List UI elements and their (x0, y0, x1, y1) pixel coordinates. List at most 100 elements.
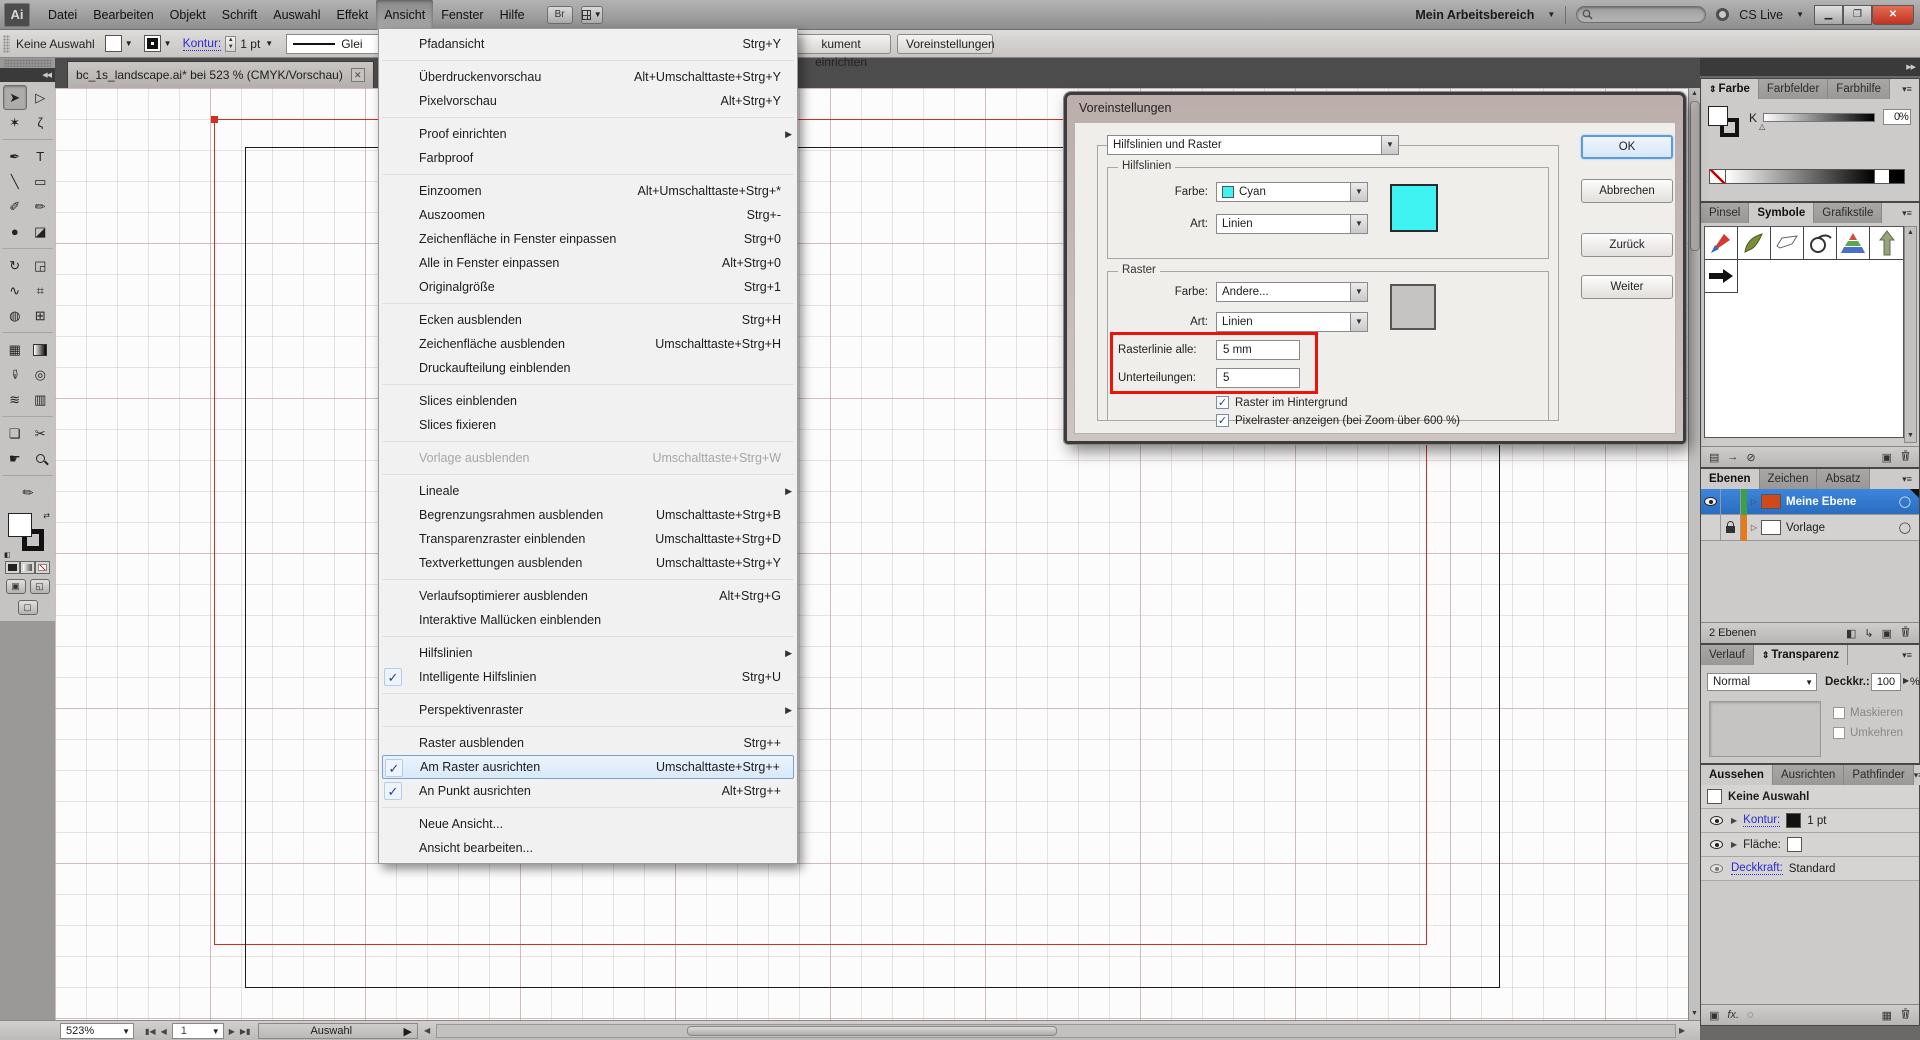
guide-style-dropdown[interactable]: Linien ▼ (1216, 214, 1368, 234)
ok-button[interactable]: OK (1581, 135, 1673, 159)
perspective-grid-tool[interactable]: ⊞ (28, 303, 52, 328)
menu-item-slices-einblenden[interactable]: Slices einblenden (379, 389, 797, 413)
menubar-item-bearbeiten[interactable]: Bearbeiten (85, 0, 161, 30)
lasso-tool[interactable]: ζ (28, 110, 52, 135)
horizontal-scroll-thumb[interactable] (687, 1026, 1057, 1036)
menu-item-perspektivenraster[interactable]: Perspektivenraster▶ (379, 698, 797, 722)
vertical-scrollbar[interactable]: ▲ ▼ (1688, 88, 1700, 1020)
stroke-panel-link[interactable]: Kontur: (183, 36, 222, 51)
delete-item-icon[interactable] (1900, 1008, 1911, 1022)
close-icon[interactable]: ✕ (351, 68, 365, 82)
screen-mode-button[interactable]: ▢ (18, 600, 38, 615)
lock-toggle[interactable] (1721, 489, 1741, 515)
expand-layer-icon[interactable]: ▷ (1747, 523, 1761, 532)
grid-color-dropdown[interactable]: Andere... ▼ (1216, 282, 1368, 302)
layer-row-meine-ebene[interactable]: ▷ Meine Ebene ◯ (1701, 489, 1919, 515)
blend-tool[interactable]: ◎ (28, 362, 52, 387)
kontur-link[interactable]: Kontur: (1743, 814, 1780, 827)
restore-button[interactable]: ❐ (1843, 5, 1872, 25)
grid-style-dropdown[interactable]: Linien ▼ (1216, 312, 1368, 332)
deckkraft-link[interactable]: Deckkraft: (1731, 862, 1783, 875)
menu-item-originalgroesse[interactable]: OriginalgrößeStrg+1 (379, 275, 797, 299)
menu-item-alle-einpassen[interactable]: Alle in Fenster einpassenAlt+Strg+0 (379, 251, 797, 275)
magic-wand-tool[interactable]: ✶ (3, 110, 27, 135)
line-segment-tool[interactable]: ╲ (3, 169, 27, 194)
drag-grip[interactable] (4, 59, 51, 67)
free-transform-tool[interactable]: ⌗ (28, 278, 52, 303)
fill-swatch[interactable] (105, 35, 122, 52)
tab-farbhilfe[interactable]: Farbhilfe (1828, 79, 1890, 99)
symbol-arrow-up[interactable] (1870, 227, 1903, 260)
path-pencil-tool[interactable]: ✎ (10, 475, 44, 510)
shape-builder-tool[interactable]: ◍ (3, 303, 27, 328)
category-dropdown[interactable]: Hilfslinien und Raster ▼ (1107, 135, 1399, 155)
menu-item-druckaufteilung[interactable]: Druckaufteilung einblenden (379, 356, 797, 380)
symbol-sprayer-tool[interactable]: ≋ (3, 387, 27, 412)
menubar-item-effekt[interactable]: Effekt (328, 0, 376, 30)
black-swatch[interactable] (1889, 170, 1904, 183)
new-art-icon[interactable]: ▣ (1709, 1009, 1719, 1022)
expand-layer-icon[interactable]: ▷ (1747, 497, 1761, 506)
layer-name[interactable]: Vorlage (1786, 522, 1899, 534)
tab-farbe[interactable]: ⇕Farbe (1701, 79, 1759, 99)
blob-brush-tool[interactable]: ● (3, 219, 27, 244)
menu-item-auszoomen[interactable]: AuszoomenStrg+- (379, 203, 797, 227)
eyedropper-tool[interactable]: ✑ (2, 363, 27, 387)
none-mode-button[interactable] (35, 561, 50, 574)
default-fill-stroke-icon[interactable]: ◧ (4, 551, 11, 559)
duplicate-item-icon[interactable]: ▦ (1882, 1009, 1892, 1022)
scale-tool[interactable]: ◲ (28, 253, 52, 278)
symbol-swirl[interactable] (1804, 227, 1837, 260)
eraser-tool[interactable]: ◪ (28, 219, 52, 244)
pen-tool[interactable]: ✒ (3, 144, 27, 169)
draw-normal-mode-button[interactable]: ▣ (6, 579, 26, 594)
menu-item-ansicht-bearbeiten[interactable]: Ansicht bearbeiten... (379, 836, 797, 860)
tab-transparenz[interactable]: ⇕Transparenz (1754, 645, 1848, 665)
menu-item-einzoomen[interactable]: EinzoomenAlt+Umschalttaste+Strg+* (379, 179, 797, 203)
menu-item-verlaufsoptimierer[interactable]: Verlaufsoptimierer ausblendenAlt+Strg+G (379, 584, 797, 608)
zoom-tool[interactable] (28, 446, 52, 471)
stroke-color-swatch[interactable] (1786, 813, 1801, 828)
umkehren-checkbox[interactable]: Umkehren (1833, 727, 1903, 739)
bridge-button[interactable]: Br (547, 6, 573, 24)
menu-item-lineale[interactable]: Lineale▶ (379, 479, 797, 503)
break-link-icon[interactable]: ⊘ (1746, 451, 1755, 464)
menubar-item-ansicht[interactable]: Ansicht (376, 0, 433, 30)
menubar-item-datei[interactable]: Datei (40, 0, 85, 30)
vertical-scroll-thumb[interactable] (1690, 101, 1700, 251)
menu-item-slices-fixieren[interactable]: Slices fixieren (379, 413, 797, 437)
new-layer-icon[interactable]: ▣ (1882, 627, 1892, 640)
symbol-rocket[interactable] (1705, 227, 1738, 260)
symbol-pyramid[interactable] (1837, 227, 1870, 260)
clipping-mask-icon[interactable]: ◧ (1846, 627, 1856, 640)
search-input[interactable] (1576, 6, 1706, 23)
panel-menu-icon[interactable]: ▾≡ (1895, 79, 1919, 99)
tab-symbole[interactable]: Symbole (1749, 203, 1814, 223)
layer-row-vorlage[interactable]: ▷ Vorlage ◯ (1701, 515, 1919, 541)
width-tool[interactable]: ∿ (3, 278, 27, 303)
eye-icon[interactable] (1710, 840, 1723, 849)
stroke-width-stepper[interactable]: ▲▼ (225, 36, 236, 52)
scroll-right-icon[interactable]: ▶ (1679, 1026, 1685, 1035)
stroke-color-dropdown[interactable]: ▼ (144, 35, 175, 52)
grayscale-ramp[interactable] (1726, 170, 1874, 183)
menu-item-intelligente-hilfslinien[interactable]: ✓Intelligente HilfslinienStrg+U (379, 665, 797, 689)
tab-zeichen[interactable]: Zeichen (1760, 469, 1818, 489)
symbol-library-icon[interactable]: ▤ (1709, 451, 1719, 464)
document-tab[interactable]: bc_1s_landscape.ai* bei 523 % (CMYK/Vors… (67, 61, 374, 88)
menu-item-begrenzungsrahmen[interactable]: Begrenzungsrahmen ausblendenUmschalttast… (379, 503, 797, 527)
visibility-toggle[interactable] (1701, 515, 1721, 541)
menubar-item-auswahl[interactable]: Auswahl (265, 0, 328, 30)
last-artboard-button[interactable]: ▶▮ (240, 1027, 251, 1036)
menu-item-raster-ausblenden[interactable]: Raster ausblendenStrg++ (379, 731, 797, 755)
clear-appearance-icon[interactable]: ◌ (1747, 1009, 1754, 1021)
eye-icon[interactable] (1710, 816, 1723, 825)
appearance-row-fill[interactable]: ▶ Fläche: (1701, 833, 1919, 857)
white-swatch[interactable] (1874, 170, 1889, 183)
blend-mode-dropdown[interactable]: Normal ▼ (1707, 673, 1817, 691)
gridline-input[interactable]: 5 mm (1216, 340, 1300, 360)
none-color-swatch[interactable] (1710, 170, 1726, 183)
scroll-down-icon[interactable]: ▼ (1905, 430, 1916, 442)
symbol-arrow-right[interactable] (1705, 260, 1738, 293)
selection-tool[interactable]: ➤ (3, 85, 27, 110)
